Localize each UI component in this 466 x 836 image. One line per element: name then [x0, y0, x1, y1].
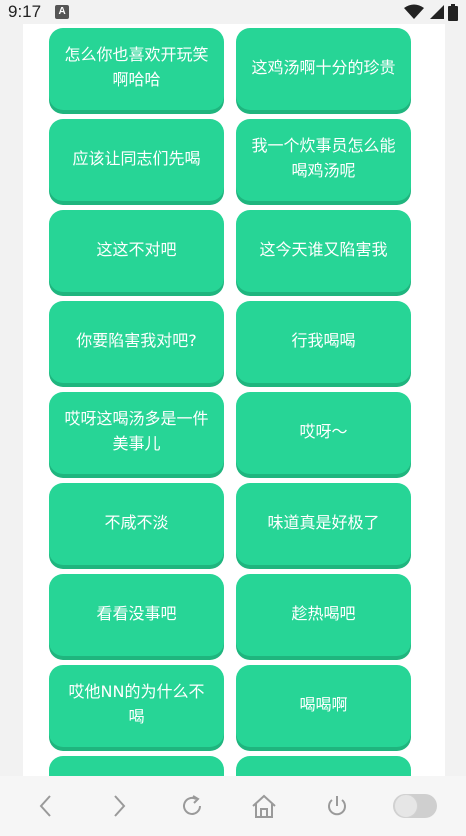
phrase-button[interactable]: 应该让同志们先喝	[49, 119, 224, 201]
phrase-grid: 怎么你也喜欢开玩笑啊哈哈 这鸡汤啊十分的珍贵 应该让同志们先喝 我一个炊事员怎么…	[49, 28, 411, 776]
wifi-icon	[404, 4, 424, 19]
phrase-button[interactable]: 这今天谁又陷害我	[236, 210, 411, 292]
back-button[interactable]	[26, 786, 66, 826]
phrase-button[interactable]: 你要陷害我对吧?	[49, 301, 224, 383]
phrase-button[interactable]: 行我喝喝	[236, 301, 411, 383]
phrase-panel: 怎么你也喜欢开玩笑啊哈哈 这鸡汤啊十分的珍贵 应该让同志们先喝 我一个炊事员怎么…	[23, 24, 445, 776]
notification-icon: A	[55, 5, 70, 19]
phrase-button[interactable]: 不咸不淡	[49, 483, 224, 565]
forward-button[interactable]	[99, 786, 139, 826]
phrase-button[interactable]: 看看没事吧	[49, 574, 224, 656]
phrase-button[interactable]: 这鸡汤啊十分的珍贵	[236, 28, 411, 110]
phrase-button[interactable]: 怎么你也喜欢开玩笑啊哈哈	[49, 28, 224, 110]
phrase-button[interactable]: 喝喝啊	[236, 665, 411, 747]
back-icon	[39, 795, 52, 817]
phrase-button[interactable]	[236, 756, 411, 776]
refresh-button[interactable]	[172, 786, 212, 826]
power-icon	[327, 796, 346, 816]
toggle-button[interactable]	[390, 786, 440, 826]
toggle-switch[interactable]	[392, 794, 437, 818]
status-time: 9:17	[8, 2, 42, 21]
status-bar: 9:17 A	[0, 0, 466, 24]
status-icons	[404, 3, 458, 21]
power-button[interactable]	[317, 786, 357, 826]
phrase-button[interactable]: 趁热喝吧	[236, 574, 411, 656]
phrase-button[interactable]: 哎他NN的为什么不喝	[49, 665, 224, 747]
forward-icon	[114, 795, 126, 817]
phrase-button[interactable]: 这这不对吧	[49, 210, 224, 292]
refresh-icon	[182, 795, 201, 815]
phrase-button[interactable]: 我一个炊事员怎么能喝鸡汤呢	[236, 119, 411, 201]
phrase-button[interactable]: 味道真是好极了	[236, 483, 411, 565]
phrase-button[interactable]	[49, 756, 224, 776]
phrase-button[interactable]: 哎呀～	[236, 392, 411, 474]
toggle-knob	[393, 794, 418, 818]
battery-icon	[448, 3, 458, 21]
signal-icon	[430, 5, 444, 19]
browser-nav-bar	[0, 776, 466, 836]
phrase-button[interactable]: 哎呀这喝汤多是一件美事儿	[49, 392, 224, 474]
home-icon	[252, 794, 276, 818]
home-button[interactable]	[244, 786, 284, 826]
